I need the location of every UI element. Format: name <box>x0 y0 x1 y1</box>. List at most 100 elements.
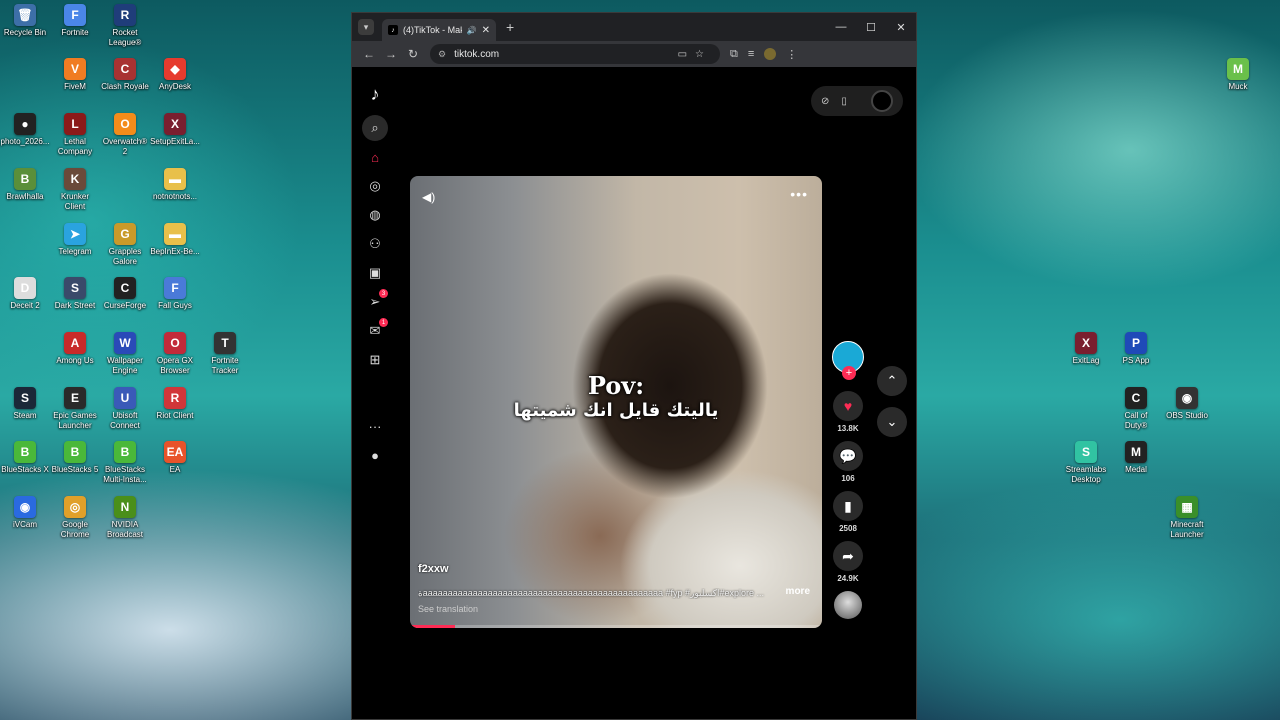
creator-avatar[interactable]: + <box>832 341 864 380</box>
desktop-icon-left-14[interactable]: G Grapples Galore <box>97 223 153 267</box>
desktop-icon-left-28[interactable]: B BlueStacks X <box>0 441 53 475</box>
desktop-icon-label: photo_2026... <box>0 137 50 146</box>
tab-audio-icon[interactable]: 🔊 <box>467 26 477 35</box>
desktop-icon-left-3[interactable]: V FiveM <box>47 58 103 92</box>
more-button[interactable]: more <box>786 586 810 597</box>
pc-mode-icon[interactable]: ⊘ <box>821 96 829 107</box>
minimize-button[interactable]: — <box>826 13 856 41</box>
tab-search-button[interactable]: ▾ <box>358 19 374 35</box>
forward-arrow-icon[interactable]: → <box>380 47 402 61</box>
share-button[interactable]: ➦ <box>833 541 863 571</box>
search-icon[interactable]: ⌕ <box>362 115 388 141</box>
live-icon[interactable]: ▣ <box>362 260 388 286</box>
desktop-icon-left-32[interactable]: ◉ iVCam <box>0 496 53 530</box>
bookmark-star-icon[interactable]: ▭☆ <box>678 49 712 60</box>
phone-mode-icon[interactable]: ▯ <box>841 96 847 107</box>
activity-icon[interactable]: ➢ 3 <box>362 289 388 315</box>
video-progress-bar[interactable] <box>410 625 822 628</box>
profile-icon[interactable]: ● <box>362 442 388 468</box>
desktop-icon-left-1[interactable]: F Fortnite <box>47 4 103 38</box>
follow-plus-icon[interactable]: + <box>842 366 856 380</box>
desktop-icon-right-4[interactable]: ◉ OBS Studio <box>1159 387 1215 421</box>
video-author[interactable]: f2xxw <box>418 563 449 575</box>
desktop-icon-left-33[interactable]: ◎ Google Chrome <box>47 496 103 540</box>
media-controls-icon[interactable]: ≡ <box>748 48 754 60</box>
next-video-button[interactable]: ⌄ <box>877 407 907 437</box>
heart-icon: ♥ <box>843 398 853 414</box>
app-icon: G <box>114 223 136 245</box>
desktop-icon-left-15[interactable]: ▬ BepInEx-Be... <box>147 223 203 257</box>
reload-icon[interactable]: ↻ <box>402 47 424 61</box>
notification-badge: 1 <box>379 318 388 327</box>
tab-tiktok[interactable]: ♪ (4)TikTok - Make Your Day 🔊 ✕ <box>382 19 496 41</box>
desktop-icon-right-2[interactable]: P PS App <box>1108 332 1164 366</box>
desktop-icon-left-16[interactable]: D Deceit 2 <box>0 277 53 311</box>
desktop-icon-left-17[interactable]: S Dark Street <box>47 277 103 311</box>
address-bar[interactable]: ⚙ tiktok.com ▭☆ <box>430 44 720 64</box>
home-icon[interactable]: ⌂ <box>362 144 388 170</box>
desktop-icon-left-21[interactable]: W Wallpaper Engine <box>97 332 153 376</box>
explore-icon[interactable]: ◎ <box>362 173 388 199</box>
desktop-icon-left-20[interactable]: A Among Us <box>47 332 103 366</box>
desktop-icon-left-9[interactable]: X SetupExitLa... <box>147 113 203 147</box>
device-toggle[interactable]: ⊘ ▯ <box>811 86 903 116</box>
desktop-icon-label: Overwatch® 2 <box>102 137 148 156</box>
volume-icon[interactable]: ◀) <box>422 190 435 204</box>
desktop-icon-right-0[interactable]: M Muck <box>1210 58 1266 92</box>
desktop-icon-left-7[interactable]: L Lethal Company <box>47 113 103 157</box>
see-translation-link[interactable]: See translation <box>418 604 478 614</box>
desktop-icon-left-30[interactable]: B BlueStacks Multi-Insta... <box>97 441 153 485</box>
messages-icon[interactable]: ✉ 1 <box>362 318 388 344</box>
desktop-icon-left-8[interactable]: O Overwatch® 2 <box>97 113 153 157</box>
desktop-icon-right-5[interactable]: S Streamlabs Desktop <box>1058 441 1114 485</box>
desktop-icon-right-1[interactable]: X ExitLag <box>1058 332 1114 366</box>
tiktok-logo-icon[interactable]: ♪ <box>362 81 388 107</box>
friends-icon[interactable]: ⚇ <box>362 231 388 257</box>
desktop-icon-left-29[interactable]: B BlueStacks 5 <box>47 441 103 475</box>
like-button[interactable]: ♥ <box>833 391 863 421</box>
desktop-icon-left-22[interactable]: O Opera GX Browser <box>147 332 203 376</box>
more-icon[interactable]: ··· <box>362 413 388 439</box>
desktop-icon-left-24[interactable]: S Steam <box>0 387 53 421</box>
new-tab-button[interactable]: + <box>506 19 514 35</box>
desktop-icon-left-4[interactable]: C Clash Royale <box>97 58 153 92</box>
desktop-icon-left-13[interactable]: ➤ Telegram <box>47 223 103 257</box>
extensions-icon[interactable]: ⧉ <box>730 48 738 61</box>
desktop-icon-label: Lethal Company <box>57 137 93 156</box>
music-disc[interactable] <box>834 591 862 619</box>
desktop-icon-left-6[interactable]: ● photo_2026... <box>0 113 53 147</box>
upload-icon[interactable]: ⊞ <box>362 347 388 373</box>
desktop-icon-left-18[interactable]: C CurseForge <box>97 277 153 311</box>
save-button[interactable]: ▮ <box>833 491 863 521</box>
following-icon[interactable]: ◍ <box>362 202 388 228</box>
desktop-icon-left-19[interactable]: F Fall Guys <box>147 277 203 311</box>
site-info-icon[interactable]: ⚙ <box>438 49 446 60</box>
back-arrow-icon[interactable]: ← <box>358 47 380 61</box>
desktop-icon-left-10[interactable]: B Brawlhalla <box>0 168 53 202</box>
desktop-icon-left-27[interactable]: R Riot Client <box>147 387 203 421</box>
desktop-icon-left-5[interactable]: ◆ AnyDesk <box>147 58 203 92</box>
theme-toggle[interactable] <box>871 90 893 112</box>
desktop-icon-left-2[interactable]: R Rocket League® <box>97 4 153 48</box>
desktop-icon-left-26[interactable]: U Ubisoft Connect <box>97 387 153 431</box>
desktop-icon-left-12[interactable]: ▬ notnotnots... <box>147 168 203 202</box>
desktop-icon-left-25[interactable]: E Epic Games Launcher <box>47 387 103 431</box>
previous-video-button[interactable]: ⌃ <box>877 366 907 396</box>
desktop-icon-right-3[interactable]: C Call of Duty® <box>1108 387 1164 431</box>
maximize-button[interactable]: ☐ <box>856 13 886 41</box>
profile-avatar[interactable] <box>764 48 777 60</box>
desktop-icon-left-31[interactable]: EA EA <box>147 441 203 475</box>
desktop-icon-left-34[interactable]: N NVIDIA Broadcast <box>97 496 153 540</box>
video-player[interactable]: ◀) ••• Pov: ياليتك قايل انك شميتها f2xxw… <box>410 176 822 628</box>
desktop-icon-left-23[interactable]: T Fortnite Tracker <box>197 332 253 376</box>
close-window-button[interactable]: ✕ <box>886 13 916 41</box>
desktop-icon-left-0[interactable]: 🗑 Recycle Bin <box>0 4 53 38</box>
comment-button[interactable]: 💬 <box>833 441 863 471</box>
video-options-icon[interactable]: ••• <box>790 186 808 202</box>
tab-close-icon[interactable]: ✕ <box>482 25 490 36</box>
browser-menu-icon[interactable]: ⋮ <box>786 48 797 61</box>
app-icon: ◆ <box>164 58 186 80</box>
desktop-icon-right-6[interactable]: M Medal <box>1108 441 1164 475</box>
desktop-icon-left-11[interactable]: K Krunker Client <box>47 168 103 212</box>
desktop-icon-right-7[interactable]: ▦ Minecraft Launcher <box>1159 496 1215 540</box>
